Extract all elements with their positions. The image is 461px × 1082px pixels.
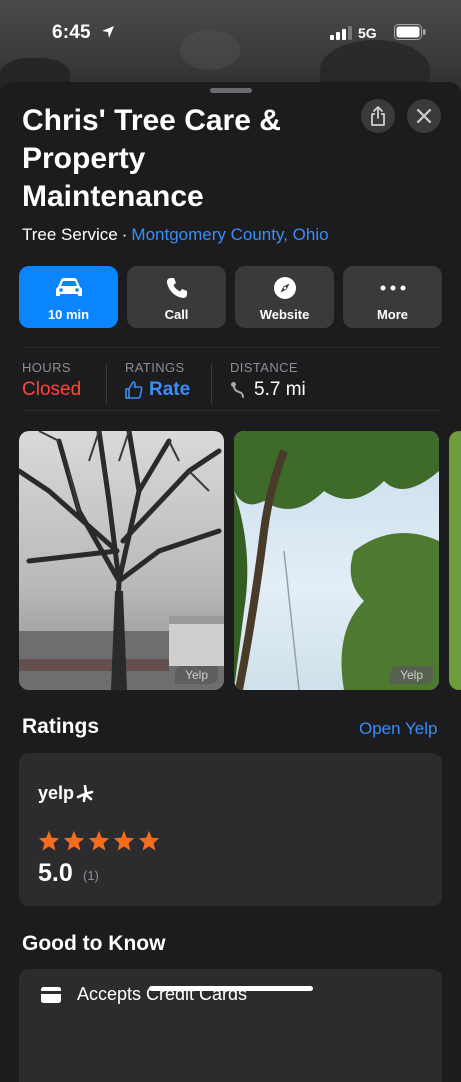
yelp-wordmark: yelp [38,783,75,803]
place-sheet: Chris' Tree Care & Property Maintenance … [0,82,461,1082]
place-category: Tree Service [22,225,118,244]
close-icon [417,109,431,123]
star-icon [63,830,85,851]
car-icon [55,278,82,296]
star-icon [138,830,160,851]
bare-tree-illustration [19,431,224,690]
website-button[interactable]: Website [235,266,334,328]
yelp-burst-icon [76,784,94,802]
rate-label: Rate [149,379,191,400]
battery-icon [394,24,426,40]
ratings-label: RATINGS [125,360,185,375]
status-time: 6:45 [52,22,91,43]
action-bar: 10 min Call Website More [19,266,442,328]
yelp-rating-card[interactable]: yelp 5.0 (1) [19,753,442,906]
star-rating [38,830,160,851]
divider [211,364,212,404]
distance-info: DISTANCE 5.7 mi [230,360,306,401]
share-button[interactable] [361,99,395,133]
hours-label: HOURS [22,360,71,375]
more-button[interactable]: More [343,266,442,328]
tree-canopy-illustration [234,431,439,690]
home-indicator[interactable] [149,986,313,991]
photo-source-tag: Yelp [175,666,218,684]
place-title: Chris' Tree Care & Property Maintenance [22,104,281,213]
rate-link[interactable]: Rate [125,379,190,401]
credit-card-icon [41,986,61,1003]
rating-count: (1) [83,868,99,883]
photo-tree-canopy[interactable]: Yelp [234,431,439,690]
directions-label: 10 min [47,307,90,322]
yelp-logo: yelp [38,783,94,804]
star-icon [38,830,60,851]
divider [22,347,442,348]
photo-source-tag: Yelp [390,666,433,684]
compass-icon [273,277,296,299]
place-location-link[interactable]: Montgomery County, Ohio [131,225,328,244]
route-icon [231,382,244,398]
photo-carousel[interactable]: Yelp Yelp [19,431,461,690]
phone-icon [166,278,187,298]
close-button[interactable] [407,99,441,133]
cellular-signal-icon [330,26,352,40]
directions-button[interactable]: 10 min [19,266,118,328]
share-icon [371,106,385,126]
ratings-section-title: Ratings [22,715,100,738]
photo-partial[interactable] [449,431,461,690]
distance-value: 5.7 mi [254,379,306,400]
ratings-info[interactable]: RATINGS Rate [125,360,190,401]
info-row: HOURS Closed RATINGS Rate DISTANCE 5.7 m… [22,352,442,412]
place-subtitle: Tree Service · Montgomery County, Ohio [22,225,329,245]
open-yelp-link[interactable]: Open Yelp [359,719,437,739]
rating-score: 5.0 [38,859,73,887]
location-arrow-icon [102,26,114,38]
more-label: More [376,307,409,322]
thumbs-up-icon [125,381,143,399]
star-icon [113,830,135,851]
subtitle-separator: · [121,225,128,244]
call-label: Call [164,307,189,322]
hours-value: Closed [22,379,82,400]
ellipsis-icon [380,285,405,291]
hours-info[interactable]: HOURS Closed [22,360,81,401]
status-bar: 6:45 5G [0,0,461,60]
call-button[interactable]: Call [127,266,226,328]
network-type: 5G [358,25,377,41]
distance-value-row: 5.7 mi [230,379,306,401]
star-icon [88,830,110,851]
divider [106,364,107,404]
photo-bare-tree[interactable]: Yelp [19,431,224,690]
good-to-know-title: Good to Know [22,932,166,955]
website-label: Website [259,307,310,322]
distance-label: DISTANCE [230,360,298,375]
sheet-grabber[interactable] [210,88,252,93]
divider [22,410,442,411]
